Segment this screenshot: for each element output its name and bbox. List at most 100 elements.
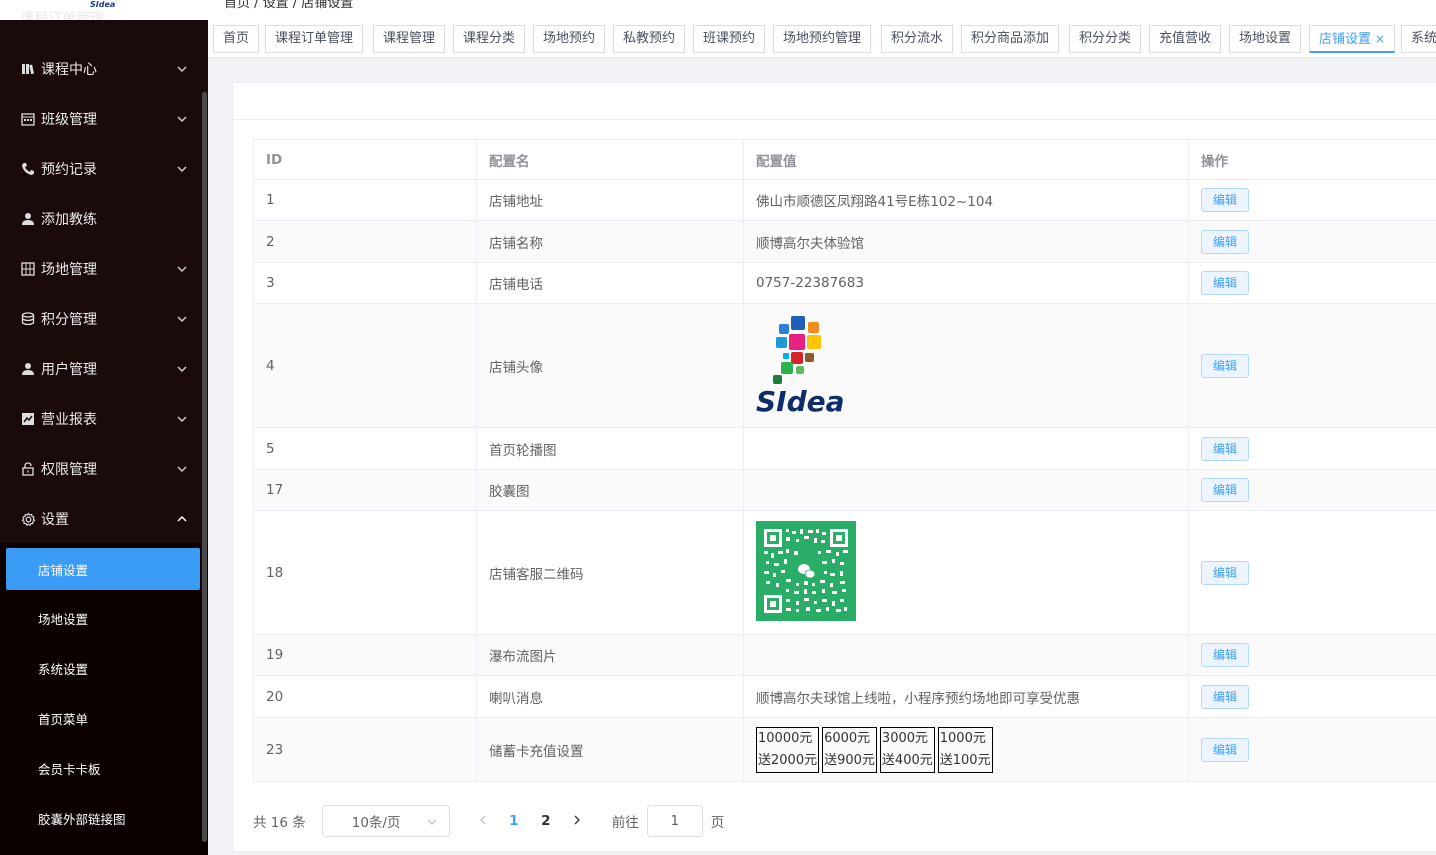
column-header-value: 配置值 <box>743 139 1189 180</box>
table-row: 18 店铺客服二维码 编辑 <box>253 510 1436 635</box>
recharge-bonus: 送2000元 <box>758 752 818 768</box>
recharge-option: 10000元 送2000元 <box>756 726 820 773</box>
edit-button[interactable]: 编辑 <box>1201 478 1249 502</box>
chevron-down-icon <box>177 166 187 173</box>
submenu-item-home-menu[interactable]: 首页菜单 <box>0 693 208 743</box>
tab-label: 充值营收 <box>1159 31 1212 46</box>
database-icon <box>20 311 36 327</box>
edit-button[interactable]: 编辑 <box>1201 353 1249 378</box>
edit-button[interactable]: 编辑 <box>1201 271 1249 295</box>
cell-name: 店铺电话 <box>476 262 744 304</box>
chevron-down-icon <box>177 66 187 73</box>
table-row: 1 店铺地址 佛山市顺德区凤翔路41号E栋102~104 编辑 <box>253 179 1436 221</box>
cell-actions: 编辑 <box>1188 469 1436 511</box>
sidebar-item-label: 场地管理 <box>41 262 97 278</box>
tab-label: 课程订单管理 <box>275 31 354 46</box>
recharge-amount: 3000元 <box>881 730 929 746</box>
submenu-item-label: 会员卡卡板 <box>38 761 101 777</box>
cell-name: 胶囊图 <box>476 469 744 511</box>
cell-name: 店铺地址 <box>476 179 744 221</box>
submenu-item-capsule-link[interactable]: 胶囊外部链接图 <box>0 793 208 843</box>
tab-system[interactable]: 系统 <box>1401 25 1436 53</box>
submenu-item-venue-settings[interactable]: 场地设置 <box>0 593 208 643</box>
sidebar-item-users[interactable]: 用户管理 <box>0 344 208 394</box>
library-icon <box>20 61 36 77</box>
edit-button[interactable]: 编辑 <box>1201 737 1249 762</box>
tags-view: 首页 课程订单管理 课程管理 课程分类 场地预约 私教预约 班课预约 场地预约管… <box>208 20 1436 58</box>
tab-points-goods-add[interactable]: 积分商品添加 <box>961 25 1060 53</box>
sidebar-item-venue[interactable]: 场地管理 <box>0 244 208 294</box>
sidebar-item-course-center[interactable]: 课程中心 <box>0 44 208 94</box>
submenu-item-system-settings[interactable]: 系统设置 <box>0 643 208 693</box>
cell-id: 20 <box>253 675 477 718</box>
breadcrumb: 首页 / 设置 / 店铺设置 <box>224 0 354 11</box>
next-page-button[interactable] <box>562 813 592 829</box>
cell-name: 店铺名称 <box>476 220 744 263</box>
tab-points-categories[interactable]: 积分分类 <box>1069 25 1142 53</box>
tab-venue-booking-mgmt[interactable]: 场地预约管理 <box>773 25 872 53</box>
tab-home[interactable]: 首页 <box>213 25 260 53</box>
cell-id: 5 <box>253 427 477 470</box>
cell-id: 1 <box>253 179 477 221</box>
sidebar-item-points[interactable]: 积分管理 <box>0 294 208 344</box>
tab-label: 课程分类 <box>463 31 516 46</box>
lock-icon <box>20 461 36 477</box>
calendar-icon <box>20 111 36 127</box>
sidebar-item-class[interactable]: 班级管理 <box>0 94 208 144</box>
tab-courses[interactable]: 课程管理 <box>373 25 446 53</box>
cell-value: 10000元 送2000元6000元 送900元3000元 送400元1000元 送10… <box>743 717 1189 782</box>
tab-shop-settings[interactable]: 店铺设置 × <box>1309 25 1396 53</box>
tab-course-orders[interactable]: 课程订单管理 <box>265 25 364 53</box>
edit-button[interactable]: 编辑 <box>1201 560 1249 585</box>
submenu-item-shop-settings[interactable]: 店铺设置 <box>6 548 200 590</box>
chevron-up-icon <box>177 515 187 522</box>
recharge-bonus: 送100元 <box>939 752 991 768</box>
tab-class-booking[interactable]: 班课预约 <box>693 25 766 53</box>
sidebar-item-reports[interactable]: 营业报表 <box>0 394 208 444</box>
tab-venue-settings[interactable]: 场地设置 <box>1229 25 1302 53</box>
prev-page-button[interactable] <box>468 813 498 829</box>
table-row: 20 喇叭消息 顺博高尔夫球馆上线啦，小程序预约场地即可享受优惠 编辑 <box>253 675 1436 718</box>
close-icon[interactable]: × <box>1375 32 1385 46</box>
chevron-down-icon <box>177 366 187 373</box>
tab-points-flow[interactable]: 积分流水 <box>881 25 954 53</box>
grid-icon <box>20 261 36 277</box>
cell-name: 店铺头像 <box>476 303 744 428</box>
card-header <box>233 83 1436 120</box>
sidebar-item-course-orders[interactable]: 课程订单管理 <box>20 2 104 20</box>
edit-button[interactable]: 编辑 <box>1201 436 1249 461</box>
sidebar-item-reservations[interactable]: 预约记录 <box>0 144 208 194</box>
cell-value: 顺博高尔夫球馆上线啦，小程序预约场地即可享受优惠 <box>743 675 1189 718</box>
pagination: 共 16 条 10条/页 1 2 前往 1 页 <box>253 805 724 837</box>
sidebar-item-permissions[interactable]: 权限管理 <box>0 444 208 494</box>
edit-button[interactable]: 编辑 <box>1201 229 1249 254</box>
tab-course-categories[interactable]: 课程分类 <box>453 25 526 53</box>
tab-private-booking[interactable]: 私教预约 <box>613 25 686 53</box>
tab-label: 场地预约管理 <box>783 31 862 46</box>
edit-button[interactable]: 编辑 <box>1201 643 1249 667</box>
sidebar-item-label: 添加教练 <box>41 212 97 228</box>
cell-value <box>743 469 1189 511</box>
tab-recharge-revenue[interactable]: 充值营收 <box>1149 25 1222 53</box>
tab-label: 积分商品添加 <box>971 31 1050 46</box>
edit-button[interactable]: 编辑 <box>1201 684 1249 709</box>
table-row: 5 首页轮播图 编辑 <box>253 427 1436 470</box>
tab-venue-booking[interactable]: 场地预约 <box>533 25 606 53</box>
tab-label: 班课预约 <box>703 31 756 46</box>
recharge-option: 1000元 送100元 <box>937 726 993 773</box>
chevron-down-icon <box>177 316 187 323</box>
goto-page-input[interactable]: 1 <box>646 805 703 837</box>
chevron-down-icon <box>177 116 187 123</box>
sidebar-item-settings[interactable]: 设置 <box>0 494 208 544</box>
sidebar-scrollbar[interactable] <box>202 92 207 842</box>
page-number[interactable]: 1 <box>498 813 530 829</box>
cell-id: 2 <box>253 220 477 263</box>
page-number[interactable]: 2 <box>530 813 562 829</box>
submenu-item-label: 店铺设置 <box>38 562 89 578</box>
submenu-item-member-card[interactable]: 会员卡卡板 <box>0 743 208 793</box>
sidebar-item-add-coach[interactable]: 添加教练 <box>0 194 208 244</box>
edit-button[interactable]: 编辑 <box>1201 188 1249 212</box>
table-row: 17 胶囊图 编辑 <box>253 469 1436 511</box>
recharge-bonus: 送400元 <box>881 752 933 768</box>
page-size-select[interactable]: 10条/页 <box>321 805 450 837</box>
